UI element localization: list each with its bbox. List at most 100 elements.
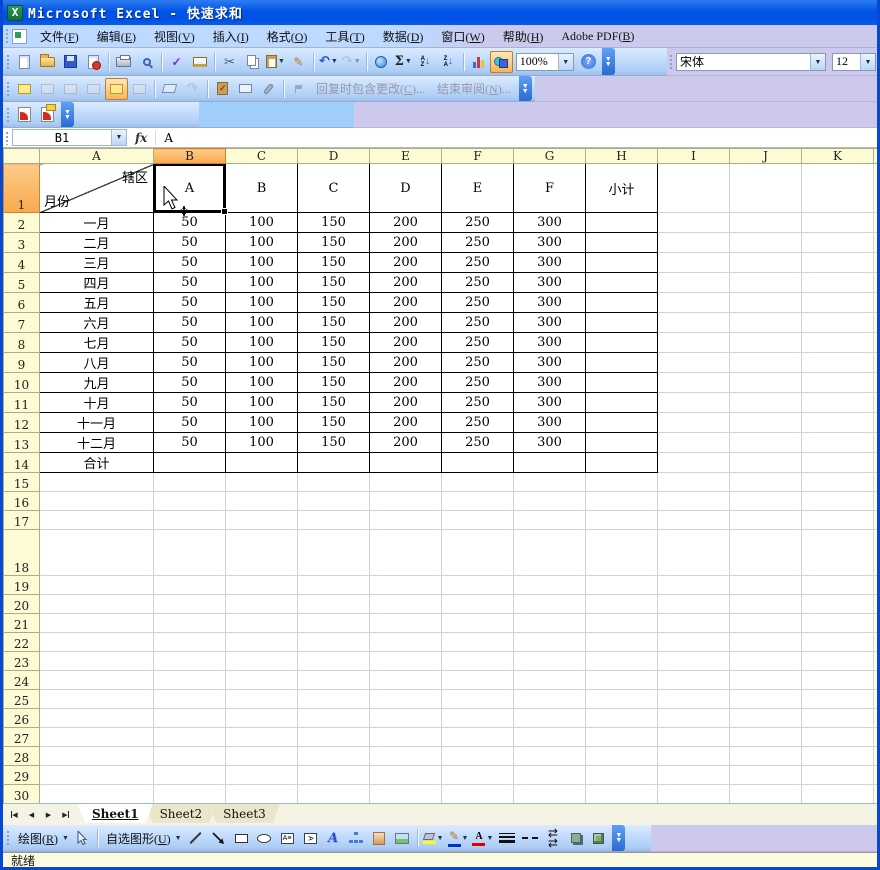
cell-A28[interactable] — [40, 747, 154, 766]
cell-K12[interactable] — [802, 413, 874, 433]
cell-H11[interactable] — [586, 393, 658, 413]
next-comment-icon[interactable] — [59, 78, 82, 100]
cell-H17[interactable] — [586, 511, 658, 530]
cell-J26[interactable] — [730, 709, 802, 728]
arrow-style-icon[interactable]: ⇄⇄ — [541, 827, 564, 849]
cell-H19[interactable] — [586, 576, 658, 595]
print-preview-icon[interactable] — [135, 51, 158, 73]
row-header-29[interactable]: 29 — [4, 766, 40, 785]
cell-F2[interactable]: 250 — [442, 213, 514, 233]
cell-C4[interactable]: 100 — [226, 253, 298, 273]
cell-I30[interactable] — [658, 785, 730, 804]
cell-D10[interactable]: 150 — [298, 373, 370, 393]
cell-H29[interactable] — [586, 766, 658, 785]
undo-icon[interactable]: ↶▼ — [317, 51, 340, 73]
cell-I19[interactable] — [658, 576, 730, 595]
row-header-2[interactable]: 2 — [4, 213, 40, 233]
cell-G7[interactable]: 300 — [514, 313, 586, 333]
menu-item[interactable]: 工具(T) — [316, 25, 373, 48]
chart-wizard-icon[interactable] — [467, 51, 490, 73]
cell-C17[interactable] — [226, 511, 298, 530]
cell-J17[interactable] — [730, 511, 802, 530]
row-header-1[interactable]: 1 — [4, 164, 40, 213]
cell-F10[interactable]: 250 — [442, 373, 514, 393]
cell-F25[interactable] — [442, 690, 514, 709]
cell-J2[interactable] — [730, 213, 802, 233]
autoshapes-menu-button[interactable]: 自选图形(U)▼ — [101, 827, 184, 849]
cell-B7[interactable]: 50 — [154, 313, 226, 333]
dash-style-icon[interactable] — [518, 827, 541, 849]
insert-picture-icon[interactable] — [391, 827, 414, 849]
menu-item[interactable]: 帮助(H) — [494, 25, 553, 48]
cell-J27[interactable] — [730, 728, 802, 747]
send-to-mail-icon[interactable] — [234, 78, 257, 100]
cell-D12[interactable]: 150 — [298, 413, 370, 433]
row-header-6[interactable]: 6 — [4, 293, 40, 313]
cell-C18[interactable] — [226, 530, 298, 576]
cell-E28[interactable] — [370, 747, 442, 766]
cell-E24[interactable] — [370, 671, 442, 690]
cell-F5[interactable]: 250 — [442, 273, 514, 293]
toolbar-grip[interactable] — [6, 54, 10, 70]
cell-B16[interactable] — [154, 492, 226, 511]
sort-descending-icon[interactable]: ZA↓ — [437, 51, 460, 73]
cell-G26[interactable] — [514, 709, 586, 728]
menu-item[interactable]: 窗口(W) — [432, 25, 493, 48]
toolbar-options-icon[interactable]: ▼▼ — [61, 102, 74, 127]
cell-A7[interactable]: 六月 — [40, 313, 154, 333]
menu-item[interactable]: 数据(D) — [374, 25, 433, 48]
cell-K20[interactable] — [802, 595, 874, 614]
cell-A24[interactable] — [40, 671, 154, 690]
select-all-corner[interactable] — [4, 149, 40, 164]
cell-B27[interactable] — [154, 728, 226, 747]
cell-A19[interactable] — [40, 576, 154, 595]
cell-A2[interactable]: 一月 — [40, 213, 154, 233]
cell-K18[interactable] — [802, 530, 874, 576]
row-header-20[interactable]: 20 — [4, 595, 40, 614]
cell-E17[interactable] — [370, 511, 442, 530]
cell-C5[interactable]: 100 — [226, 273, 298, 293]
select-objects-icon[interactable] — [71, 827, 94, 849]
cell-H22[interactable] — [586, 633, 658, 652]
cell-E9[interactable]: 200 — [370, 353, 442, 373]
cell-J7[interactable] — [730, 313, 802, 333]
toolbar-grip[interactable] — [5, 28, 9, 44]
row-header-12[interactable]: 12 — [4, 413, 40, 433]
cell-D24[interactable] — [298, 671, 370, 690]
research-icon[interactable] — [188, 51, 211, 73]
cell-A1[interactable]: 辖区月份 — [40, 164, 154, 213]
cell-E22[interactable] — [370, 633, 442, 652]
cell-C26[interactable] — [226, 709, 298, 728]
line-color-icon[interactable]: ✎▼ — [446, 827, 471, 849]
cell-G30[interactable] — [514, 785, 586, 804]
cell-I25[interactable] — [658, 690, 730, 709]
toolbar-grip[interactable] — [6, 81, 10, 97]
cell-F21[interactable] — [442, 614, 514, 633]
cell-J11[interactable] — [730, 393, 802, 413]
cell-B28[interactable] — [154, 747, 226, 766]
previous-comment-icon[interactable] — [36, 78, 59, 100]
cell-D22[interactable] — [298, 633, 370, 652]
cell-A21[interactable] — [40, 614, 154, 633]
cell-I4[interactable] — [658, 253, 730, 273]
cell-E6[interactable]: 200 — [370, 293, 442, 313]
cell-I5[interactable] — [658, 273, 730, 293]
cell-C14[interactable] — [226, 453, 298, 473]
cell-K8[interactable] — [802, 333, 874, 353]
cell-G17[interactable] — [514, 511, 586, 530]
cell-G5[interactable]: 300 — [514, 273, 586, 293]
cell-I27[interactable] — [658, 728, 730, 747]
cell-F13[interactable]: 250 — [442, 433, 514, 453]
cell-B21[interactable] — [154, 614, 226, 633]
cell-G28[interactable] — [514, 747, 586, 766]
cell-I22[interactable] — [658, 633, 730, 652]
cell-H15[interactable] — [586, 473, 658, 492]
menu-item[interactable]: 视图(V) — [145, 25, 204, 48]
cell-B8[interactable]: 50 — [154, 333, 226, 353]
name-box-dropdown-icon[interactable]: ▼ — [112, 129, 127, 146]
column-header-F[interactable]: F — [442, 149, 514, 164]
cell-F3[interactable]: 250 — [442, 233, 514, 253]
cell-F16[interactable] — [442, 492, 514, 511]
cell-A8[interactable]: 七月 — [40, 333, 154, 353]
cell-E29[interactable] — [370, 766, 442, 785]
